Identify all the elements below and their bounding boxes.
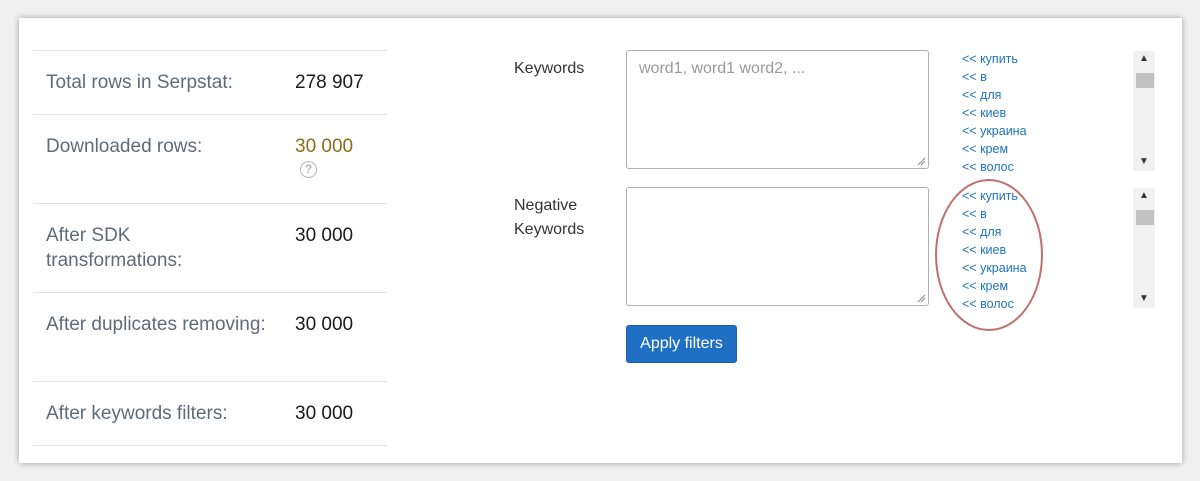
stats-value: 30 000: [295, 314, 354, 335]
scroll-up-icon[interactable]: ▲: [1139, 54, 1149, 64]
stats-value: 278 907: [295, 72, 364, 93]
keyword-suggestion-v[interactable]: << в: [962, 68, 1132, 86]
stats-row-downloaded: Downloaded rows: 30 000 ?: [33, 115, 387, 204]
stats-row-total: Total rows in Serpstat: 278 907: [33, 51, 387, 115]
negative-keywords-label: Negative Keywords: [514, 194, 584, 242]
scrollbar-thumb[interactable]: [1136, 210, 1154, 225]
stats-label: Downloaded rows:: [46, 136, 203, 157]
keyword-suggestion-kupit[interactable]: << купить: [962, 50, 1132, 68]
negative-suggestion-v[interactable]: << в: [962, 205, 1132, 223]
help-icon[interactable]: ?: [300, 161, 317, 178]
stats-value: 30 000: [295, 403, 354, 424]
keyword-suggestion-ukraina[interactable]: << украина: [962, 122, 1132, 140]
keyword-suggestion-kiev[interactable]: << киев: [962, 104, 1132, 122]
stats-row-sdk: After SDK transformations: 30 000: [33, 204, 387, 293]
scroll-down-icon[interactable]: ▼: [1139, 294, 1149, 304]
negative-suggestion-volos[interactable]: << волос: [962, 295, 1132, 313]
scroll-up-icon[interactable]: ▲: [1139, 191, 1149, 201]
negative-suggestions-scrollbar[interactable]: ▲ ▼: [1133, 188, 1155, 308]
stats-row-duplicates: After duplicates removing: 30 000: [33, 293, 387, 382]
stats-value: 30 000: [295, 136, 354, 157]
stats-label: After keywords filters:: [46, 403, 228, 424]
keywords-label: Keywords: [514, 60, 585, 77]
negative-suggestion-dlya[interactable]: << для: [962, 223, 1132, 241]
keyword-suggestion-krem[interactable]: << крем: [962, 140, 1132, 158]
negative-keywords-suggestions: << купить << в << для << киев << украина…: [962, 187, 1132, 313]
keywords-textarea[interactable]: word1, word1 word2, ...: [626, 50, 929, 169]
negative-suggestion-kiev[interactable]: << киев: [962, 241, 1132, 259]
negative-keywords-label-line2: Keywords: [514, 221, 585, 238]
scroll-down-icon[interactable]: ▼: [1139, 157, 1149, 167]
keywords-placeholder: word1, word1 word2, ...: [639, 60, 806, 77]
keywords-suggestions: << купить << в << для << киев << украина…: [962, 50, 1132, 176]
filters-card: Total rows in Serpstat: 278 907 Download…: [19, 18, 1182, 463]
negative-keywords-textarea[interactable]: [626, 187, 929, 306]
keywords-suggestions-scrollbar[interactable]: ▲ ▼: [1133, 51, 1155, 171]
stats-label: After duplicates removing:: [46, 314, 266, 335]
scrollbar-thumb[interactable]: [1136, 73, 1154, 88]
stats-value: 30 000: [295, 225, 354, 246]
negative-suggestion-kupit[interactable]: << купить: [962, 187, 1132, 205]
stats-row-keyword-filters: After keywords filters: 30 000: [33, 382, 387, 446]
keyword-suggestion-volos[interactable]: << волос: [962, 158, 1132, 176]
stats-label: After SDK transformations:: [46, 225, 183, 271]
apply-filters-button[interactable]: Apply filters: [626, 325, 737, 363]
stats-label: Total rows in Serpstat:: [46, 72, 233, 93]
resize-handle-icon[interactable]: [916, 293, 926, 303]
negative-suggestion-krem[interactable]: << крем: [962, 277, 1132, 295]
negative-suggestion-ukraina[interactable]: << украина: [962, 259, 1132, 277]
keyword-suggestion-dlya[interactable]: << для: [962, 86, 1132, 104]
stats-table: Total rows in Serpstat: 278 907 Download…: [33, 50, 387, 446]
negative-keywords-label-line1: Negative: [514, 197, 578, 214]
resize-handle-icon[interactable]: [916, 156, 926, 166]
